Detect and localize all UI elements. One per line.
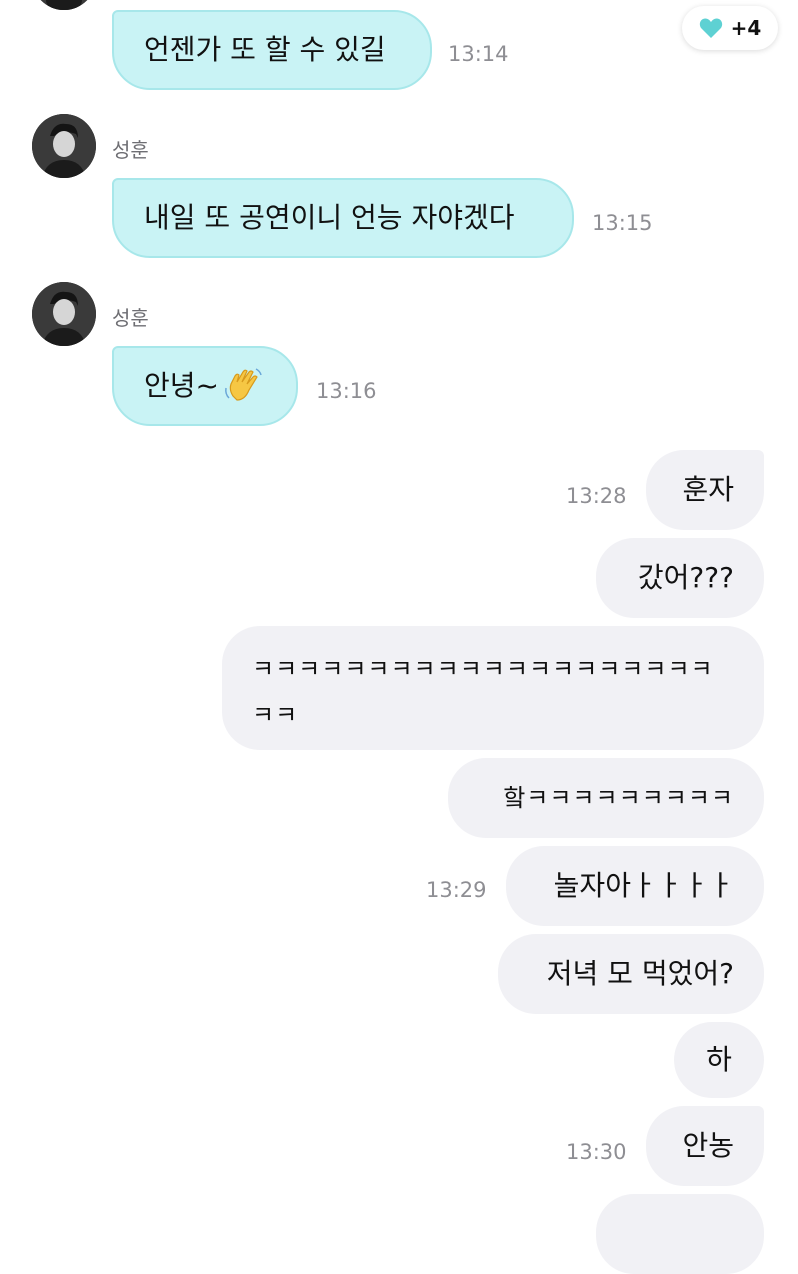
message-text: 저녁 모 먹었어? bbox=[546, 957, 734, 990]
outgoing-message-bubble[interactable]: 하 bbox=[674, 1022, 764, 1098]
message-text: 안녕~ bbox=[144, 369, 219, 402]
outgoing-message-bubble[interactable] bbox=[596, 1194, 764, 1274]
message-time: 13:29 bbox=[426, 878, 487, 902]
profile-photo-icon bbox=[32, 0, 96, 10]
message-text: 안농 bbox=[682, 1129, 734, 1162]
outgoing-message-bubble[interactable]: 갔어??? bbox=[596, 538, 764, 618]
avatar[interactable] bbox=[32, 282, 96, 346]
message-text: 하 bbox=[706, 1043, 732, 1076]
outgoing-message-bubble[interactable]: 놀자아ㅏㅏㅏㅏ bbox=[506, 846, 764, 926]
message-time: 13:15 bbox=[592, 211, 653, 235]
message-text: 놀자아ㅏㅏㅏㅏ bbox=[553, 869, 734, 902]
message-text-line: ㅋㅋ bbox=[252, 701, 299, 729]
reaction-badge[interactable]: +4 bbox=[682, 6, 778, 50]
message-text: 훈자 bbox=[682, 473, 734, 506]
message-time: 13:16 bbox=[316, 379, 377, 403]
message-time: 13:14 bbox=[448, 42, 509, 66]
message-text: 내일 또 공연이니 언능 자야겠다 bbox=[144, 201, 515, 234]
avatar[interactable] bbox=[32, 114, 96, 178]
message-text: 갔어??? bbox=[637, 561, 734, 594]
profile-photo-icon bbox=[32, 282, 96, 346]
profile-photo-icon bbox=[32, 114, 96, 178]
message-text: 핰ㅋㅋㅋㅋㅋㅋㅋㅋㅋ bbox=[503, 784, 734, 812]
outgoing-message-bubble[interactable]: ㅋㅋㅋㅋㅋㅋㅋㅋㅋㅋㅋㅋㅋㅋㅋㅋㅋㅋㅋㅋ ㅋㅋ bbox=[222, 626, 764, 750]
message-text: 언젠가 또 할 수 있길 bbox=[144, 33, 386, 66]
outgoing-message-bubble[interactable]: 훈자 bbox=[646, 450, 764, 530]
outgoing-message-bubble[interactable]: 안농 bbox=[646, 1106, 764, 1186]
waving-hand-icon bbox=[225, 368, 262, 401]
sender-name: 성훈 bbox=[112, 138, 149, 162]
incoming-message-bubble[interactable]: 언젠가 또 할 수 있길 bbox=[112, 10, 432, 90]
incoming-message-bubble[interactable]: 안녕~ bbox=[112, 346, 298, 426]
reaction-count: +4 bbox=[730, 16, 762, 40]
heart-icon bbox=[699, 18, 722, 38]
sender-name: 성훈 bbox=[112, 306, 149, 330]
avatar[interactable] bbox=[32, 0, 96, 10]
outgoing-message-bubble[interactable]: 저녁 모 먹었어? bbox=[498, 934, 764, 1014]
message-time: 13:28 bbox=[566, 484, 627, 508]
message-text-line: ㅋㅋㅋㅋㅋㅋㅋㅋㅋㅋㅋㅋㅋㅋㅋㅋㅋㅋㅋㅋ bbox=[252, 655, 714, 683]
message-time: 13:30 bbox=[566, 1140, 627, 1164]
outgoing-message-bubble[interactable]: 핰ㅋㅋㅋㅋㅋㅋㅋㅋㅋ bbox=[448, 758, 764, 838]
incoming-message-bubble[interactable]: 내일 또 공연이니 언능 자야겠다 bbox=[112, 178, 574, 258]
